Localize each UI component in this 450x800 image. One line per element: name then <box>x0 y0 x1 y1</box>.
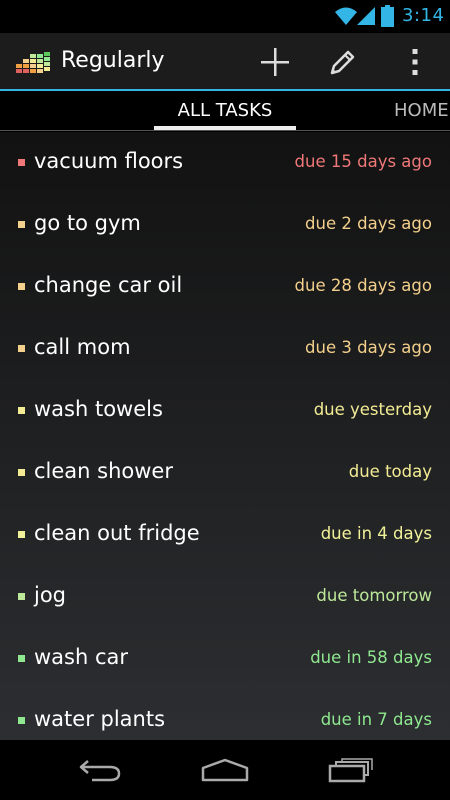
task-row[interactable]: change car oil due 28 days ago <box>0 256 450 318</box>
task-name: clean out fridge <box>34 521 200 545</box>
task-name: vacuum floors <box>34 149 184 173</box>
app-logo-icon <box>16 52 50 73</box>
wifi-icon <box>335 7 357 25</box>
selected-tab-indicator <box>154 126 296 130</box>
task-row[interactable]: jog due tomorrow <box>0 566 450 628</box>
task-row[interactable]: clean shower due today <box>0 442 450 504</box>
task-row[interactable]: go to gym due 2 days ago <box>0 194 450 256</box>
task-due: due in 4 days <box>320 524 432 543</box>
system-nav-bar <box>0 740 450 800</box>
task-name: call mom <box>34 335 131 359</box>
priority-dot <box>18 593 25 600</box>
task-name: wash car <box>34 645 129 669</box>
recent-apps-button[interactable] <box>321 752 381 788</box>
battery-icon <box>381 5 394 27</box>
task-row[interactable]: water plants due in 7 days <box>0 690 450 740</box>
recent-apps-icon <box>328 758 373 783</box>
edit-button[interactable] <box>322 41 364 83</box>
priority-dot <box>18 283 25 290</box>
clock: 3:14 <box>402 5 445 26</box>
task-name: go to gym <box>34 211 141 235</box>
tab-all-tasks[interactable]: ALL TASKS <box>154 100 296 121</box>
task-due: due yesterday <box>313 400 432 419</box>
priority-dot <box>18 717 25 724</box>
task-due: due 15 days ago <box>294 152 432 171</box>
tab-strip: ALL TASKS HOME <box>0 93 450 131</box>
task-row[interactable]: wash towels due yesterday <box>0 380 450 442</box>
task-name: jog <box>34 583 67 607</box>
add-icon <box>261 48 289 76</box>
app-title: Regularly <box>61 48 165 73</box>
task-row[interactable]: vacuum floors due 15 days ago <box>0 132 450 194</box>
task-due: due 3 days ago <box>305 338 432 357</box>
priority-dot <box>18 407 25 414</box>
status-bar: 3:14 <box>0 0 450 33</box>
edit-icon <box>330 50 355 75</box>
priority-dot <box>18 159 25 166</box>
back-icon <box>79 760 121 782</box>
task-row[interactable]: clean out fridge due in 4 days <box>0 504 450 566</box>
task-due: due 28 days ago <box>294 276 432 295</box>
task-due: due in 58 days <box>310 648 432 667</box>
overflow-menu-icon <box>412 49 418 75</box>
task-due: due today <box>348 462 432 481</box>
priority-dot <box>18 655 25 662</box>
task-due: due in 7 days <box>320 710 432 729</box>
home-button[interactable] <box>195 752 255 788</box>
priority-dot <box>18 221 25 228</box>
task-due: due tomorrow <box>316 586 432 605</box>
back-button[interactable] <box>70 752 130 788</box>
home-icon <box>201 758 249 782</box>
priority-dot <box>18 469 25 476</box>
task-list[interactable]: vacuum floors due 15 days ago go to gym … <box>0 132 450 740</box>
signal-icon <box>357 7 375 25</box>
task-due: due 2 days ago <box>305 214 432 233</box>
task-row[interactable]: wash car due in 58 days <box>0 628 450 690</box>
overflow-menu-button[interactable] <box>394 41 436 83</box>
action-bar: Regularly <box>0 33 450 91</box>
task-row[interactable]: call mom due 3 days ago <box>0 318 450 380</box>
task-name: change car oil <box>34 273 183 297</box>
task-name: water plants <box>34 707 166 731</box>
task-name: clean shower <box>34 459 173 483</box>
task-name: wash towels <box>34 397 163 421</box>
add-task-button[interactable] <box>254 41 296 83</box>
priority-dot <box>18 345 25 352</box>
tab-home[interactable]: HOME <box>394 100 449 121</box>
priority-dot <box>18 531 25 538</box>
